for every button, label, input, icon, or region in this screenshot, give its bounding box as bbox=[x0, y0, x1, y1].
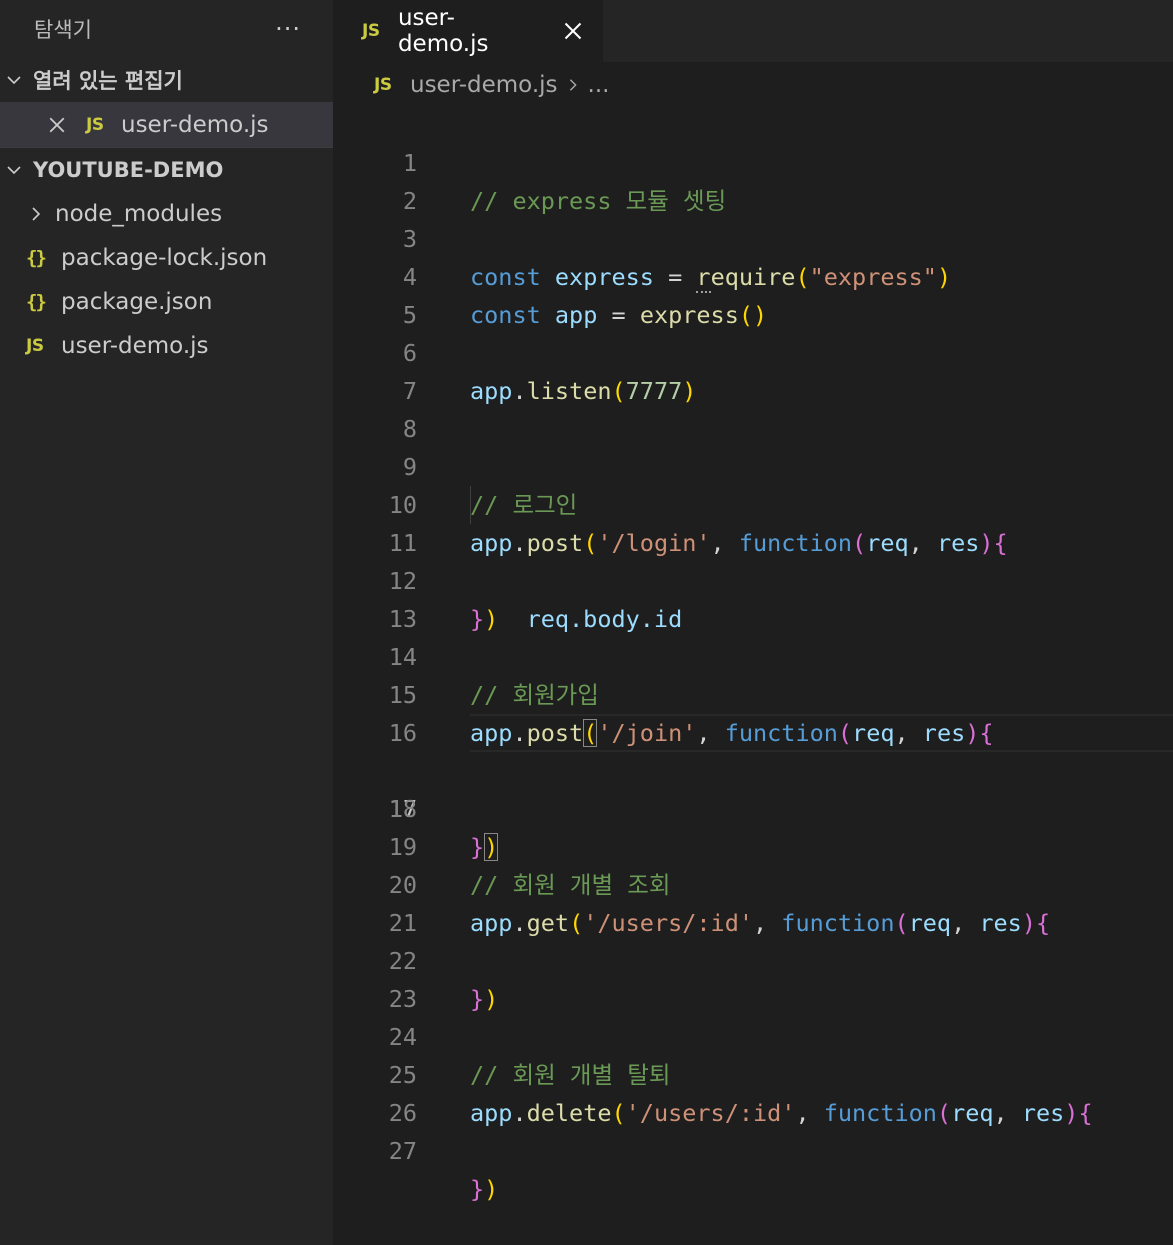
chevron-down-icon bbox=[4, 160, 24, 180]
json-file-icon: {} bbox=[26, 291, 47, 313]
js-file-icon: JS bbox=[362, 21, 380, 41]
code-line: 25 app.delete('/users/:id', function(req… bbox=[333, 1018, 1173, 1127]
tree-item-node-modules[interactable]: node_modules bbox=[0, 192, 333, 236]
current-line-highlight bbox=[470, 714, 1173, 752]
code-line: 22 }) bbox=[333, 904, 1173, 1013]
code-line: 3 const express = require("express") bbox=[333, 182, 1173, 293]
tab-user-demo[interactable]: JS user-demo.js bbox=[333, 0, 603, 62]
code-line: 24 // 회원 개별 탈퇴 bbox=[333, 980, 1173, 1089]
code-line: 18 bbox=[333, 752, 1173, 823]
tree-item-label: package-lock.json bbox=[61, 245, 268, 271]
code-line: 11 req.body.id bbox=[333, 486, 1173, 633]
breadcrumb-symbols[interactable]: ... bbox=[588, 72, 610, 98]
bracket-token: } bbox=[470, 1175, 485, 1203]
more-actions-icon[interactable]: ··· bbox=[275, 17, 301, 41]
code-line-active: 17 }) bbox=[333, 714, 1173, 861]
bracket-token: ) bbox=[484, 1175, 499, 1203]
tree-item-label: node_modules bbox=[55, 201, 223, 227]
code-line: 20 app.get('/users/:id', function(req, r… bbox=[333, 828, 1173, 937]
json-file-icon: {} bbox=[26, 247, 47, 269]
code-line: 2 bbox=[333, 144, 1173, 215]
project-section-header[interactable]: YOUTUBE-DEMO bbox=[0, 148, 333, 192]
open-editors-section-header[interactable]: 열려 있는 편집기 bbox=[0, 58, 333, 102]
explorer-title: 탐색기 bbox=[34, 18, 92, 42]
chevron-right-icon bbox=[26, 204, 46, 224]
code-line: 19 // 회원 개별 조회 bbox=[333, 790, 1173, 899]
explorer-header: 탐색기 ··· bbox=[0, 0, 333, 58]
tab-label: user-demo.js bbox=[397, 5, 489, 57]
tree-item-user-demo[interactable]: JS user-demo.js bbox=[0, 324, 333, 368]
code-content: }) bbox=[470, 1170, 498, 1208]
code-line: 16 bbox=[333, 676, 1173, 747]
chevron-right-icon bbox=[564, 76, 582, 94]
line-number: 27 bbox=[388, 1137, 417, 1165]
code-line: 4 const app = express() bbox=[333, 220, 1173, 329]
indent-guide bbox=[470, 486, 471, 524]
code-line: 12 }) bbox=[333, 524, 1173, 633]
code-line: 6 app.listen(7777) bbox=[333, 296, 1173, 405]
code-editor[interactable]: 1 // express 모듈 셋팅 2 3 const express = r… bbox=[333, 106, 1173, 1203]
open-editors-label: 열려 있는 편집기 bbox=[33, 69, 183, 93]
chevron-down-icon bbox=[4, 70, 24, 90]
tree-item-label: user-demo.js bbox=[61, 333, 209, 359]
code-line: 14 // 회원가입 bbox=[333, 600, 1173, 709]
code-line: 9 // 로그인 bbox=[333, 410, 1173, 519]
code-line: 5 bbox=[333, 258, 1173, 329]
editor-pane: JS user-demo.js JS user-demo.js ... 1 //… bbox=[333, 0, 1173, 1245]
code-line: 27 }) bbox=[333, 1094, 1173, 1203]
code-line: 1 // express 모듈 셋팅 bbox=[333, 106, 1173, 215]
js-file-icon: JS bbox=[374, 75, 392, 95]
vscode-window: 탐색기 ··· 열려 있는 편집기 JS user-demo.js YOUTUB… bbox=[0, 0, 1173, 1245]
tree-item-package-lock[interactable]: {} package-lock.json bbox=[0, 236, 333, 280]
close-icon[interactable] bbox=[561, 19, 585, 43]
code-line: 21 bbox=[333, 866, 1173, 937]
code-line: 7 bbox=[333, 334, 1173, 405]
explorer-sidebar: 탐색기 ··· 열려 있는 편집기 JS user-demo.js YOUTUB… bbox=[0, 0, 333, 1245]
open-editor-item[interactable]: JS user-demo.js bbox=[0, 102, 333, 147]
breadcrumb: JS user-demo.js ... bbox=[333, 62, 1173, 108]
code-line: 13 bbox=[333, 562, 1173, 633]
breadcrumb-file[interactable]: user-demo.js bbox=[410, 72, 558, 98]
close-icon[interactable] bbox=[46, 114, 68, 136]
code-line: 15 app.post('/join', function(req, res){ bbox=[333, 638, 1173, 747]
open-editor-filename: user-demo.js bbox=[121, 111, 269, 138]
project-label: YOUTUBE-DEMO bbox=[33, 158, 224, 182]
tree-item-label: package.json bbox=[61, 289, 213, 315]
code-line: 23 bbox=[333, 942, 1173, 1013]
js-file-icon: JS bbox=[86, 114, 104, 135]
tab-bar: JS user-demo.js bbox=[333, 0, 1173, 62]
js-file-icon: JS bbox=[26, 336, 44, 356]
code-line: 26 bbox=[333, 1056, 1173, 1127]
tree-item-package-json[interactable]: {} package.json bbox=[0, 280, 333, 324]
code-line: 10 app.post('/login', function(req, res)… bbox=[333, 448, 1173, 557]
code-line: 8 bbox=[333, 372, 1173, 443]
